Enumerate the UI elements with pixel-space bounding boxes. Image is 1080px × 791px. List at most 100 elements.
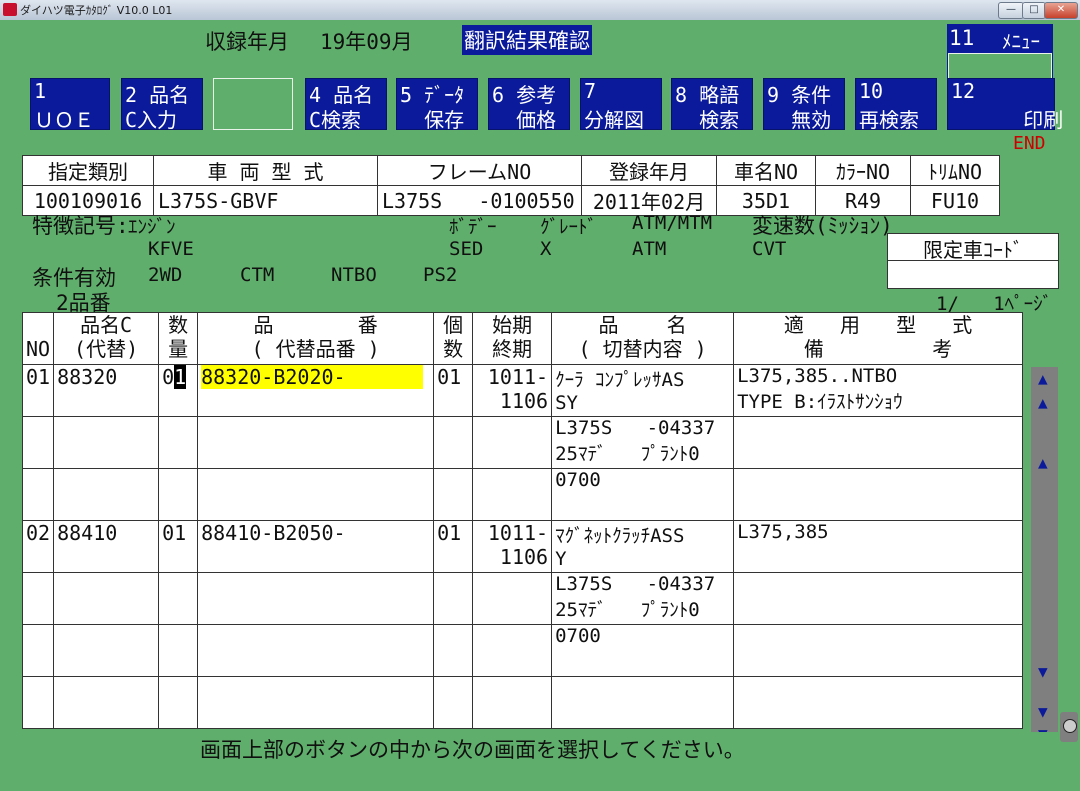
- menu-button[interactable]: 11 ﾒﾆｭｰ: [947, 24, 1053, 80]
- row1-apply: L375,385..NTBO TYPE B:ｲﾗｽﾄｻﾝｼｮｳ: [733, 364, 1024, 417]
- info-header-frame: フレームNO: [377, 155, 582, 186]
- features-label: 特徴記号:: [32, 214, 129, 238]
- row1-apply-line1: L375,385..NTBO: [737, 365, 898, 387]
- col-header-qty-bot: 量: [168, 337, 189, 361]
- row2b-empty: [197, 572, 435, 625]
- end-indicator: END: [1013, 133, 1046, 154]
- scroll-page-up-icon[interactable]: ▲: [1038, 393, 1050, 412]
- table-row[interactable]: 0700: [21, 624, 1024, 677]
- row2b-empty: [158, 572, 199, 625]
- row1-end: 1106: [499, 389, 549, 413]
- scroll-up-icon[interactable]: ▲: [1038, 453, 1050, 472]
- side-tab-handle[interactable]: [1060, 712, 1078, 742]
- info-header-model: 車 両 型 式: [153, 155, 378, 186]
- limited-code-label: 限定車ｺｰﾄﾞ: [888, 234, 1058, 262]
- col-header-code-top: 品名C: [80, 313, 133, 337]
- row1c-empty: [733, 468, 1024, 521]
- trans-label: 変速数(ﾐｯｼｮﾝ): [752, 214, 893, 238]
- fkey-3-empty-button[interactable]: [213, 78, 293, 130]
- row1-sub-line3: 0700: [555, 469, 601, 491]
- table-row[interactable]: 0700: [21, 468, 1024, 521]
- fkey-1-label: ＵＯＥ: [34, 108, 94, 132]
- col-header-period: 始期 終期: [472, 312, 553, 365]
- row2c-empty: [433, 624, 474, 677]
- row1c-empty: [158, 468, 199, 521]
- scroll-bottom-icon[interactable]: ▼: [1038, 724, 1050, 732]
- record-value: 19年09月: [320, 30, 413, 54]
- row2-part[interactable]: 88410-B2050-: [197, 520, 435, 573]
- fkey-5-label: 保存: [400, 108, 465, 132]
- col-header-code-bot: (代替): [74, 337, 139, 361]
- grade-value: X: [540, 238, 552, 260]
- fkey-12-print-button[interactable]: 12 印刷: [947, 78, 1063, 132]
- row1b-empty: [158, 416, 199, 469]
- col-header-pcs-bot: 数: [443, 337, 464, 361]
- fkey-1-num: 1: [34, 79, 47, 103]
- col-header-no: NO: [21, 312, 55, 365]
- row2-qty[interactable]: 01: [158, 520, 199, 573]
- row3-empty: [53, 676, 160, 729]
- engine-label: ｴﾝｼﾞﾝ: [128, 216, 176, 238]
- fkey-2-code-input-button[interactable]: 2 品名 C入力: [121, 78, 203, 132]
- table-row[interactable]: 01 88320 01 88320-B2020- 01 1011- 1106 ｸｰ…: [21, 364, 1024, 417]
- row2-apply-line1: L375,385: [737, 521, 829, 543]
- maximize-button[interactable]: □: [1022, 2, 1046, 19]
- table-row[interactable]: [21, 676, 1024, 729]
- close-button[interactable]: ✕: [1044, 2, 1078, 19]
- row1c-empty: [472, 468, 553, 521]
- col-header-name-top: 品 名: [598, 313, 687, 337]
- table-row[interactable]: 02 88410 01 88410-B2050- 01 1011- 1106 ﾏｸ…: [21, 520, 1024, 573]
- scroll-top-icon[interactable]: ▲: [1038, 369, 1050, 388]
- fkey-8-abbr-search-button[interactable]: 8 略語 検索: [671, 78, 753, 132]
- row1-qty-digit: 0: [162, 365, 175, 389]
- vehicle-info-header-row: 指定類別 車 両 型 式 フレームNO 登録年月 車名NO ｶﾗｰNO ﾄﾘﾑN…: [22, 155, 1000, 186]
- side-tab-icon: [1063, 719, 1077, 733]
- minimize-button[interactable]: —: [998, 2, 1024, 19]
- fkey-5-save-button[interactable]: 5 ﾃﾞｰﾀ 保存: [396, 78, 478, 132]
- limited-code-input[interactable]: [888, 261, 1058, 287]
- limited-code-box: 限定車ｺｰﾄﾞ: [887, 233, 1059, 289]
- fkey-9-disable-cond-button[interactable]: 9 条件 無効: [763, 78, 845, 132]
- col-header-part: 品 番( 代替品番 ): [197, 312, 435, 365]
- row2-sub: L375S -04337 25ﾏﾃﾞ ﾌﾟﾗﾝﾄ0: [551, 572, 735, 625]
- text-cursor: 1: [174, 365, 187, 389]
- scroll-down-icon[interactable]: ▼: [1038, 662, 1050, 681]
- row1-name-line2: SY: [555, 392, 578, 414]
- row2b-empty: [472, 572, 553, 625]
- menu-input[interactable]: [948, 53, 1052, 79]
- row2-sub-line2: 25ﾏﾃﾞ ﾌﾟﾗﾝﾄ0: [555, 599, 700, 621]
- scroll-page-down-icon[interactable]: ▼: [1038, 702, 1050, 721]
- col-header-pcs: 個数: [433, 312, 474, 365]
- fkey-4-code-search-button[interactable]: 4 品名 C検索: [305, 78, 387, 132]
- table-row[interactable]: L375S -04337 25ﾏﾃﾞ ﾌﾟﾗﾝﾄ0: [21, 416, 1024, 469]
- row1-qty[interactable]: 01: [158, 364, 199, 417]
- row2-start: 1011-: [487, 521, 549, 545]
- row1b-empty: [733, 416, 1024, 469]
- row2-no: 02: [21, 520, 55, 573]
- parts-header-row: NO 品名C (代替) 数量 品 番( 代替品番 ) 個数 始期 終期 品 名( 切…: [21, 312, 1024, 365]
- info-value-reg-date: 2011年02月: [581, 185, 717, 216]
- row2b-empty: [733, 572, 1024, 625]
- info-header-reg-date: 登録年月: [581, 155, 717, 186]
- row1-part[interactable]: 88320-B2020-: [197, 364, 435, 417]
- row1-sub3: 0700: [551, 468, 735, 521]
- table-scrollbar[interactable]: ▲ ▲ ▲ ▼ ▼ ▼: [1031, 367, 1058, 732]
- atm-label: ATM/MTM: [632, 212, 713, 234]
- row1b-empty: [472, 416, 553, 469]
- row2c-empty: [158, 624, 199, 677]
- col-header-name: 品 名( 切替内容 ): [551, 312, 735, 365]
- row2c-empty: [21, 624, 55, 677]
- fkey-10-research-button[interactable]: 10 再検索: [855, 78, 937, 132]
- fkey-7-diagram-button[interactable]: 7 分解図: [580, 78, 662, 132]
- col-header-part-top: 品 番: [253, 313, 378, 337]
- status-message: 画面上部のボタンの中から次の画面を選択してください。: [200, 738, 745, 762]
- col-header-code: 品名C (代替): [53, 312, 160, 365]
- fkey-1-uoe-button[interactable]: 1 ＵＯＥ: [30, 78, 110, 132]
- row2c-empty: [197, 624, 435, 677]
- table-row[interactable]: L375S -04337 25ﾏﾃﾞ ﾌﾟﾗﾝﾄ0: [21, 572, 1024, 625]
- fkey-6-price-button[interactable]: 6 参考 価格: [488, 78, 570, 132]
- cond-value-4: PS2: [423, 264, 458, 286]
- row1b-empty: [53, 416, 160, 469]
- col-header-no-text: NO: [26, 337, 51, 361]
- col-header-qty: 数量: [158, 312, 199, 365]
